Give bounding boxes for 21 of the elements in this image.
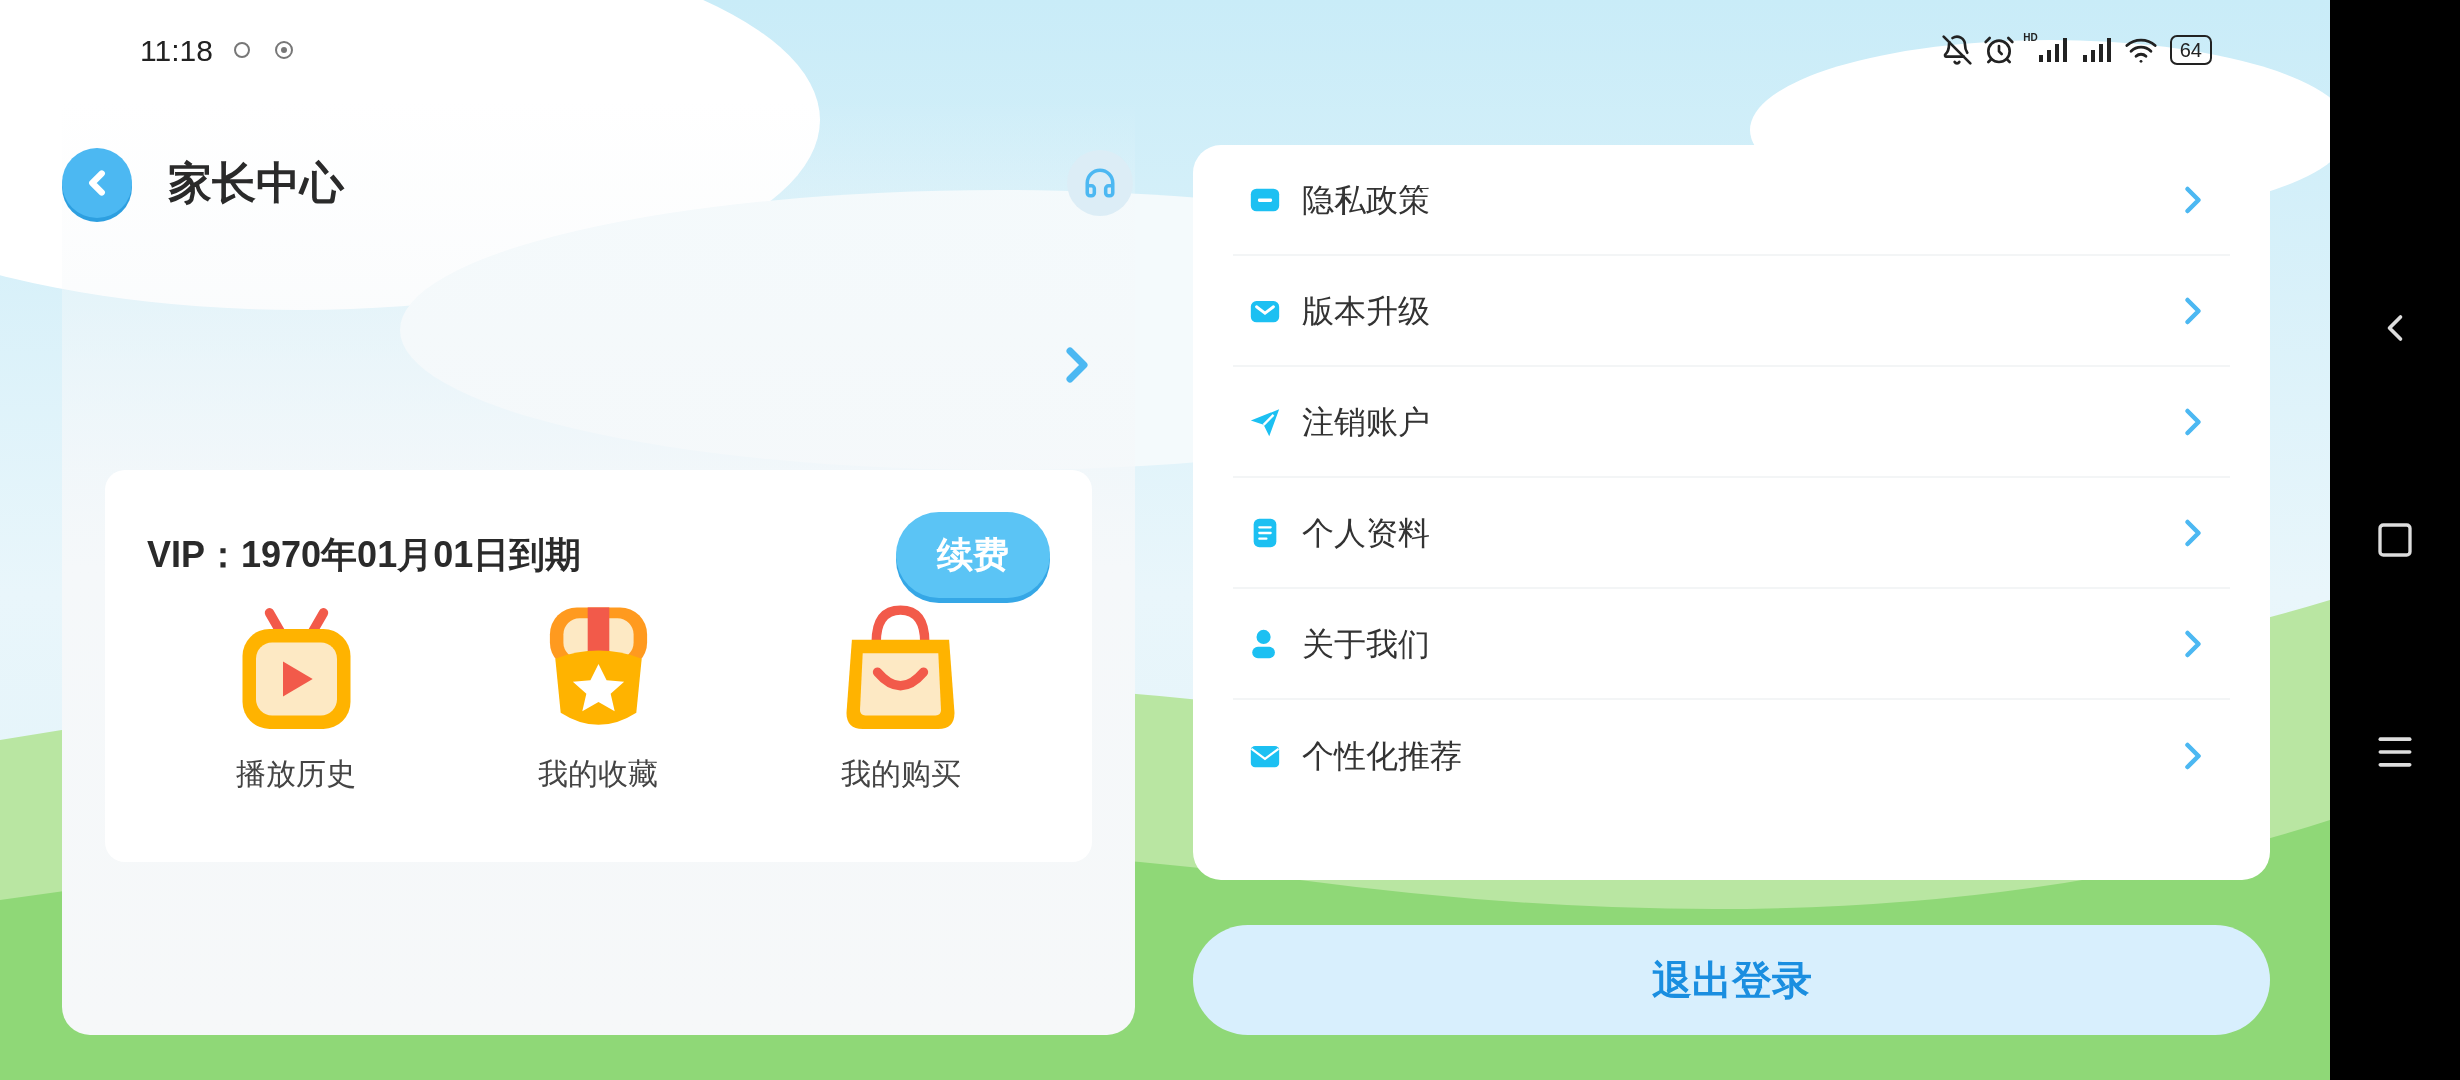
vip-expiry: VIP：1970年01月01日到期: [147, 533, 582, 577]
battery-indicator: 64: [2169, 35, 2212, 65]
alarm-icon: [1983, 34, 2016, 66]
shortcut-item[interactable]: 我的购买: [800, 602, 1001, 796]
notification-icon: [232, 41, 251, 59]
notification-icon: [272, 39, 295, 61]
signal-icon: [2037, 37, 2068, 63]
menu-item[interactable]: 注销账户: [1233, 367, 2230, 478]
page-title: 家长中心: [168, 156, 344, 209]
shortcut-item[interactable]: 播放历史: [196, 602, 397, 796]
network-label: HD: [2023, 31, 2038, 45]
signal-icon: [2081, 37, 2112, 63]
status-time: 11:18: [140, 32, 213, 69]
menu-item[interactable]: 版本升级: [1233, 256, 2230, 367]
menu-item[interactable]: 关于我们: [1233, 589, 2230, 700]
menu-item[interactable]: 隐私政策: [1233, 145, 2230, 256]
menu-item[interactable]: 个人资料: [1233, 478, 2230, 589]
home-icon[interactable]: [2375, 520, 2415, 560]
shortcut-item[interactable]: 我的收藏: [498, 602, 699, 796]
menu-item[interactable]: 个性化推荐: [1233, 700, 2230, 811]
bell-off-icon: [1941, 34, 1974, 66]
